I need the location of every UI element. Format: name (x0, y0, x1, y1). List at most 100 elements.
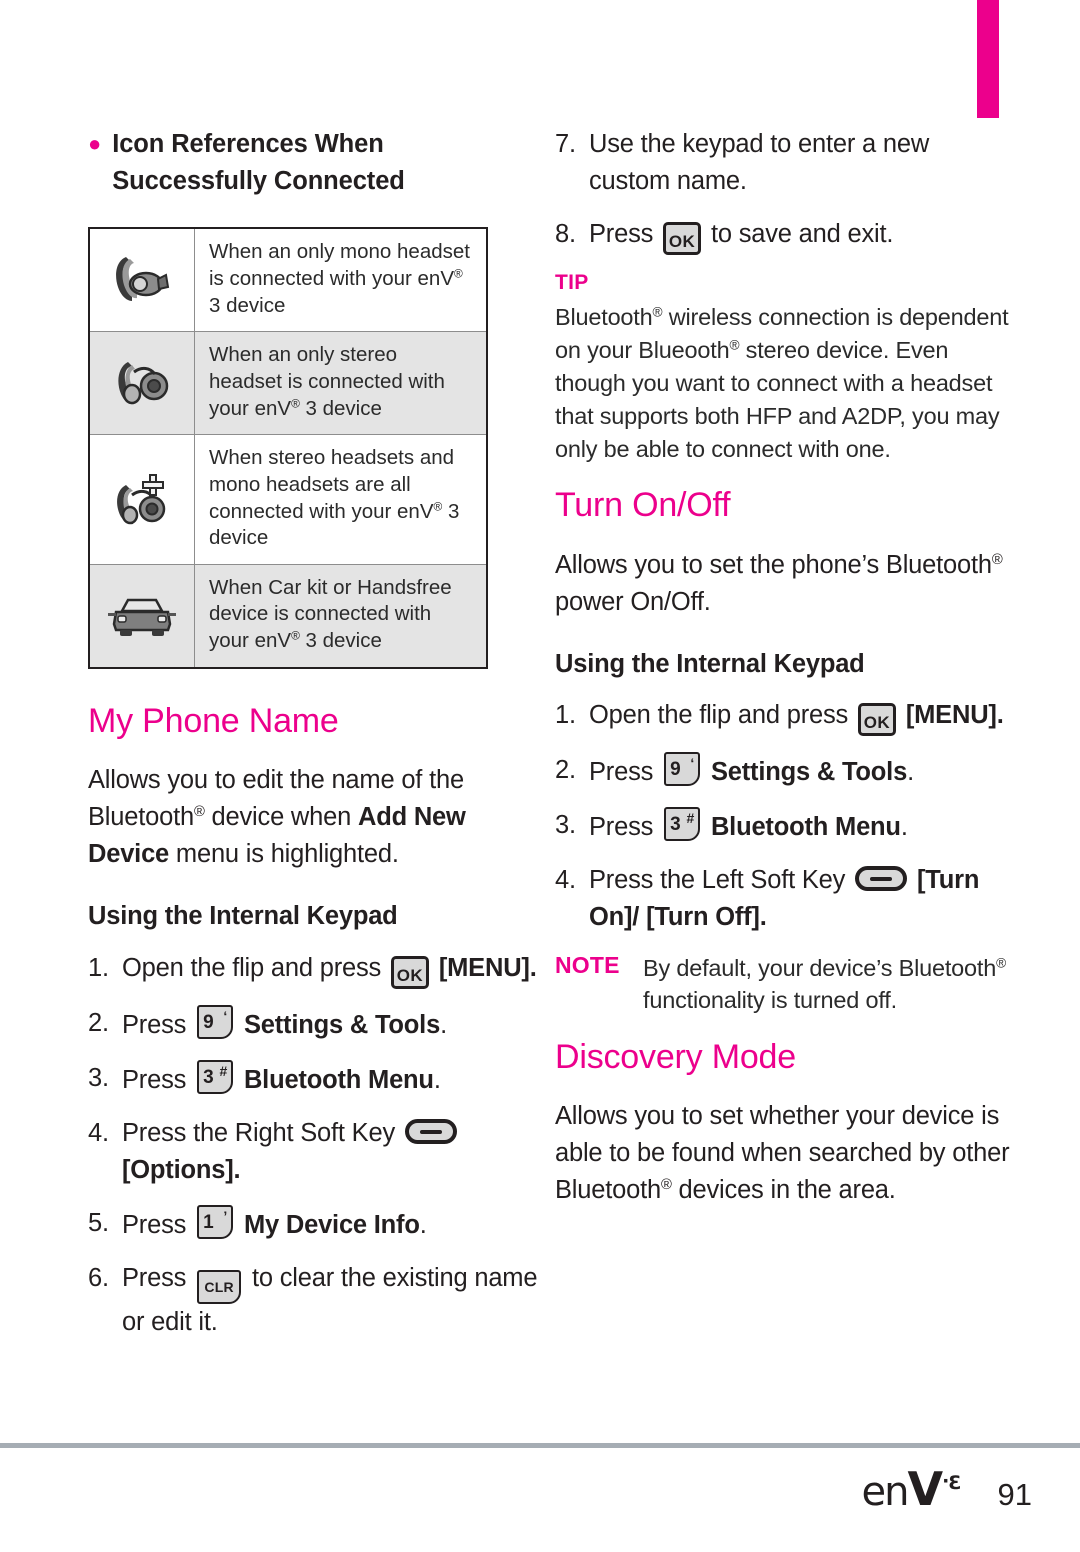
left-soft-key-icon[interactable] (855, 866, 908, 892)
step-text-pre: Press (589, 219, 661, 248)
registered-mark: ® (996, 955, 1006, 971)
numeric-key-1-icon[interactable]: 1’ (197, 1204, 234, 1239)
step-text-pre: Press (589, 758, 661, 787)
step-text: Press the Right Soft Key [Options]. (122, 1115, 543, 1189)
desc-text-after: 3 device (299, 629, 382, 653)
step-text-pre: Press (122, 1010, 194, 1039)
step-text: Press 9 ‘ Settings & Tools. (589, 752, 1010, 791)
step-text-bold: Bluetooth Menu (243, 1065, 434, 1094)
note-block: NOTE By default, your device’s Bluetooth… (555, 952, 1010, 1016)
step-item: 4. Press the Right Soft Key [Options]. (88, 1115, 543, 1189)
desc-part1: Allows you to set the phone’s Bluetooth (555, 550, 992, 579)
numeric-key-9-icon[interactable]: 9 ‘ (664, 752, 701, 787)
table-row: When an only mono headset is connected w… (88, 227, 488, 333)
manual-page: ● Icon References When Successfully Conn… (0, 0, 1080, 1552)
step-text-bold: Settings & Tools (710, 758, 908, 787)
my-phone-name-description: Allows you to edit the name of the Bluet… (88, 762, 543, 873)
numeric-key-3-icon[interactable]: 3 # (197, 1059, 234, 1094)
step-number: 2. (88, 1008, 109, 1037)
registered-mark: ® (291, 396, 300, 411)
step-number: 2. (555, 756, 576, 785)
registered-mark: ® (454, 266, 463, 281)
right-soft-key-icon[interactable] (404, 1118, 457, 1144)
step-text-pre: Press (122, 1263, 194, 1292)
subheading-using-internal-keypad-2: Using the Internal Keypad (555, 649, 865, 678)
bullet-heading: ● Icon References When Successfully Conn… (88, 126, 543, 199)
step-item: 5. Press 1’ My Device Info. (88, 1204, 543, 1244)
steps-list-my-phone-name: 1. Open the flip and press OK [MENU]. 2.… (88, 950, 543, 1341)
footer-divider (0, 1443, 1080, 1448)
tip-part1: Bluetooth (555, 303, 653, 330)
step-text-pre: Press (122, 1210, 194, 1239)
registered-mark: ® (193, 803, 205, 820)
section-title-my-phone-name: My Phone Name (88, 701, 339, 740)
key-digit: 3 (670, 814, 681, 836)
step-item: 4. Press the Left Soft Key [Turn On]/ [T… (555, 862, 1010, 936)
logo-superscript-3: 3 (948, 1472, 962, 1494)
registered-mark: ® (291, 628, 300, 643)
ok-key-icon[interactable]: OK (390, 955, 429, 989)
step-text-bold: [Options]. (122, 1155, 241, 1184)
step-number: 4. (88, 1118, 109, 1147)
logo-v: V (907, 1462, 943, 1516)
step-text-pre: Press the Right Soft Key (122, 1118, 402, 1147)
numeric-key-9-icon[interactable]: 9 ‘ (197, 1004, 234, 1039)
ok-key-icon[interactable]: OK (857, 703, 896, 737)
mono-headset-icon-cell (88, 227, 195, 333)
table-row: When an only stereo headset is connected… (88, 331, 488, 436)
left-column: ● Icon References When Successfully Conn… (88, 126, 543, 1356)
table-row: When stereo headsets and mono headsets a… (88, 434, 488, 565)
key-superscript: # (686, 810, 695, 827)
steps-list-continued: 7. Use the keypad to enter a new custom … (555, 126, 1010, 255)
registered-mark: ® (729, 337, 740, 353)
steps-list-turn-on-off: 1. Open the flip and press OK [MENU]. 2.… (555, 697, 1010, 936)
step-text-post: to save and exit. (704, 219, 894, 248)
desc-text-before: When an only mono headset is connected w… (209, 240, 470, 291)
key-superscript: # (219, 1062, 228, 1079)
numeric-key-3-icon[interactable]: 3 # (664, 807, 701, 842)
tip-text: Bluetooth® wireless connection is depend… (555, 301, 1010, 465)
stereo-headset-icon (118, 362, 169, 405)
desc-text-after: 3 device (209, 293, 286, 317)
step-item: 2. Press 9 ‘ Settings & Tools. (555, 752, 1010, 791)
table-cell-description: When an only mono headset is connected w… (194, 227, 488, 333)
ok-key-icon[interactable]: OK (663, 221, 702, 255)
step-number: 1. (88, 953, 109, 982)
step-item: 2. Press 9 ‘ Settings & Tools. (88, 1004, 543, 1044)
step-text: Press the Left Soft Key [Turn On]/ [Turn… (589, 862, 1010, 936)
key-digit: 9 (203, 1011, 214, 1033)
desc-part2: power On/Off. (555, 587, 711, 616)
icon-reference-table: When an only mono headset is connected w… (88, 227, 488, 669)
note-part2: functionality is turned off. (643, 987, 897, 1014)
step-number: 8. (555, 219, 576, 248)
step-text: Press 3 # Bluetooth Menu. (589, 807, 1010, 846)
key-digit: 9 (670, 759, 681, 781)
discovery-mode-description: Allows you to set whether your device is… (555, 1098, 1010, 1209)
note-label: NOTE (555, 952, 620, 979)
step-text-end: . (907, 758, 914, 787)
step-text-pre: Open the flip and press (589, 701, 855, 730)
page-number: 91 (997, 1477, 1032, 1512)
registered-mark: ® (433, 499, 443, 514)
bullet-dot-icon: ● (88, 131, 102, 156)
step-text: Press 9 ‘ Settings & Tools. (122, 1004, 543, 1044)
clr-key-icon[interactable]: CLR (197, 1269, 242, 1304)
step-number: 6. (88, 1263, 109, 1292)
step-text-bold: Settings & Tools (243, 1010, 441, 1039)
step-text-end: . (433, 1065, 441, 1094)
step-text: Open the flip and press OK [MENU]. (122, 950, 543, 989)
step-text: Press 1’ My Device Info. (122, 1204, 543, 1244)
key-superscript: ‘ (223, 1007, 228, 1024)
step-text-pre: Press the Left Soft Key (589, 866, 853, 895)
step-text: Press 3 # Bluetooth Menu. (122, 1059, 543, 1099)
table-cell-description: When Car kit or Handsfree device is conn… (194, 563, 488, 669)
desc-part2: device when (204, 803, 358, 832)
step-item: 1. Open the flip and press OK [MENU]. (88, 950, 543, 989)
note-part1: By default, your device’s Bluetooth (643, 955, 997, 982)
page-footer: enV·3 91 (0, 1462, 1080, 1516)
section-title-discovery-mode: Discovery Mode (555, 1037, 796, 1076)
stereo-headset-icon-cell (88, 331, 195, 436)
stereo-plus-mono-headset-icon-cell (88, 434, 195, 565)
logo-en: en (861, 1469, 909, 1515)
step-number: 4. (555, 866, 576, 895)
